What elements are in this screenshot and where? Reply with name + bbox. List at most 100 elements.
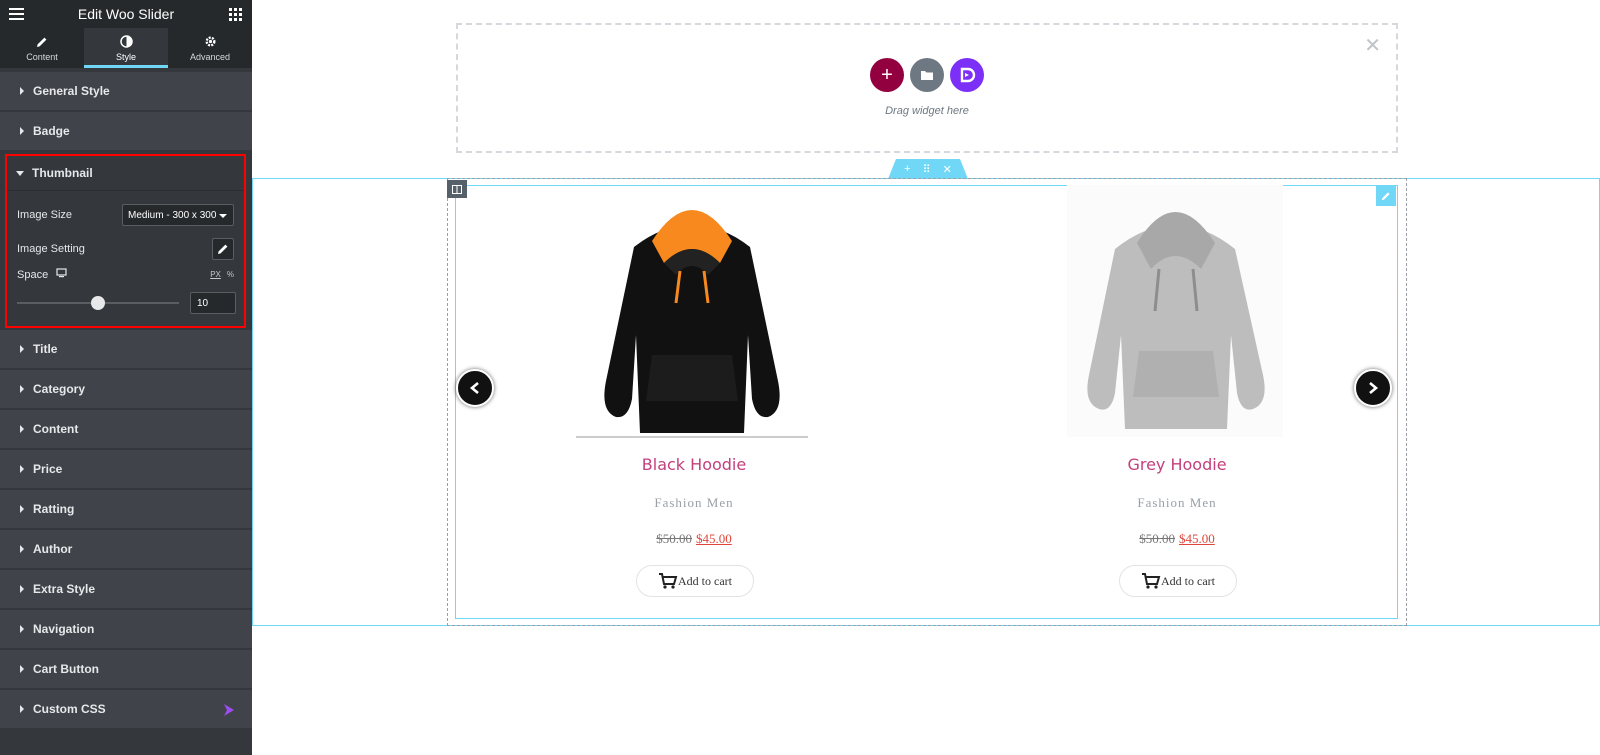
template-library-button[interactable]: [910, 58, 944, 92]
widgets-grid-icon[interactable]: [229, 8, 242, 21]
pro-badge-icon: [222, 703, 236, 720]
product-price: $50.00 $45.00: [544, 531, 844, 547]
section-thumbnail-header[interactable]: Thumbnail: [7, 156, 244, 191]
panel-title: Edit Woo Slider: [77, 6, 175, 22]
folder-icon: [921, 71, 933, 80]
section-price[interactable]: Price: [0, 450, 252, 490]
pencil-icon: [218, 244, 228, 254]
caret-right-icon: [20, 705, 24, 713]
brand-logo-icon: [960, 67, 976, 83]
cart-icon: [1142, 573, 1161, 589]
section-label: Navigation: [33, 622, 95, 636]
section-general-style[interactable]: General Style: [0, 72, 252, 112]
tab-advanced-label: Advanced: [189, 51, 231, 62]
caret-down-icon: [16, 170, 24, 176]
space-value: 10: [197, 297, 209, 309]
product-price: $50.00 $45.00: [1027, 531, 1327, 547]
image-setting-label: Image Setting: [17, 243, 85, 255]
old-price: $50.00: [656, 531, 692, 546]
space-label: Space: [17, 268, 49, 281]
product-image-grey-hoodie[interactable]: [1055, 185, 1295, 439]
section-label: Ratting: [33, 502, 75, 516]
image-size-label: Image Size: [17, 209, 73, 221]
add-section-button[interactable]: +: [870, 58, 904, 92]
image-size-select[interactable]: Medium - 300 x 300: [122, 204, 234, 226]
cart-icon: [659, 573, 678, 589]
empty-section-dropzone[interactable]: ✕ + Drag widget here: [456, 23, 1398, 153]
slider-next-button[interactable]: [1354, 369, 1392, 407]
section-label: Cart Button: [33, 662, 99, 676]
caret-right-icon: [20, 345, 24, 353]
caret-right-icon: [20, 625, 24, 633]
tab-content[interactable]: Content: [0, 28, 84, 68]
product-category[interactable]: Fashion Men: [544, 495, 844, 511]
unit-percent[interactable]: %: [227, 270, 234, 279]
add-to-cart-label: Add to cart: [1161, 573, 1215, 588]
section-badge[interactable]: Badge: [0, 112, 252, 152]
product-title[interactable]: Black Hoodie: [544, 455, 844, 474]
caret-right-icon: [20, 465, 24, 473]
caret-right-icon: [20, 545, 24, 553]
plus-icon: +: [881, 63, 893, 86]
section-author[interactable]: Author: [0, 530, 252, 570]
section-label: Category: [33, 382, 86, 396]
add-to-cart-button[interactable]: Add to cart: [636, 565, 754, 597]
section-extra-style[interactable]: Extra Style: [0, 570, 252, 610]
add-section-icon[interactable]: +: [904, 163, 910, 175]
delete-section-icon[interactable]: ✕: [943, 163, 952, 176]
product-title[interactable]: Grey Hoodie: [1027, 455, 1327, 474]
menu-icon[interactable]: [9, 8, 24, 20]
column-handle-icon[interactable]: [447, 180, 467, 198]
add-to-cart-button[interactable]: Add to cart: [1119, 565, 1237, 597]
caret-right-icon: [20, 505, 24, 513]
plugin-templates-button[interactable]: [950, 58, 984, 92]
section-thumbnail-expanded: Thumbnail Image Size Medium - 300 x 300 …: [5, 154, 246, 328]
panel-tabs: Content Style Advanced: [0, 28, 252, 68]
tab-style[interactable]: Style: [84, 28, 168, 68]
tab-advanced[interactable]: Advanced: [168, 28, 252, 68]
half-circle-icon: [119, 35, 133, 49]
image-setting-control: Image Setting: [17, 238, 234, 260]
close-icon[interactable]: ✕: [1364, 33, 1381, 58]
caret-right-icon: [20, 87, 24, 95]
chevron-left-icon: [469, 382, 479, 394]
add-to-cart-label: Add to cart: [678, 573, 732, 588]
product-category[interactable]: Fashion Men: [1027, 495, 1327, 511]
panel-header: Edit Woo Slider: [0, 0, 252, 28]
slider-prev-button[interactable]: [456, 369, 494, 407]
unit-px[interactable]: PX: [210, 270, 221, 279]
caret-right-icon: [20, 665, 24, 673]
image-size-value: Medium - 300 x 300: [128, 209, 217, 221]
section-category[interactable]: Category: [0, 370, 252, 410]
drag-handle-icon[interactable]: ⠿: [923, 163, 931, 176]
product-card: Black Hoodie Fashion Men $50.00 $45.00 Ad…: [544, 185, 844, 605]
style-sections: General Style Badge Thumbnail Image Size…: [0, 72, 252, 730]
image-setting-edit-button[interactable]: [212, 238, 234, 260]
space-slider-handle[interactable]: [91, 296, 105, 310]
desktop-icon[interactable]: [56, 268, 67, 281]
product-card: Grey Hoodie Fashion Men $50.00 $45.00 Add…: [1027, 185, 1327, 605]
section-label: Extra Style: [33, 582, 96, 596]
editor-panel: Edit Woo Slider Content Style Advanced G…: [0, 0, 252, 755]
sale-price: $45.00: [696, 531, 732, 546]
pencil-icon: [1381, 192, 1390, 201]
caret-right-icon: [20, 585, 24, 593]
section-title[interactable]: Title: [0, 330, 252, 370]
unit-switcher: PX %: [210, 270, 234, 279]
sale-price: $45.00: [1179, 531, 1215, 546]
section-content[interactable]: Content: [0, 410, 252, 450]
section-ratting[interactable]: Ratting: [0, 490, 252, 530]
section-label: Price: [33, 462, 63, 476]
section-handle: + ⠿ ✕: [888, 159, 968, 179]
space-input[interactable]: 10: [190, 292, 236, 314]
edit-widget-button[interactable]: [1376, 186, 1396, 206]
old-price: $50.00: [1139, 531, 1175, 546]
product-image-black-hoodie[interactable]: [572, 185, 812, 439]
section-label: General Style: [33, 84, 110, 98]
editor-canvas: ✕ + Drag widget here + ⠿ ✕ Black Hoodie …: [252, 0, 1600, 755]
section-custom-css[interactable]: Custom CSS: [0, 690, 252, 730]
pencil-icon: [35, 35, 49, 49]
space-control: Space PX %: [17, 268, 234, 281]
section-cart-button[interactable]: Cart Button: [0, 650, 252, 690]
section-navigation[interactable]: Navigation: [0, 610, 252, 650]
